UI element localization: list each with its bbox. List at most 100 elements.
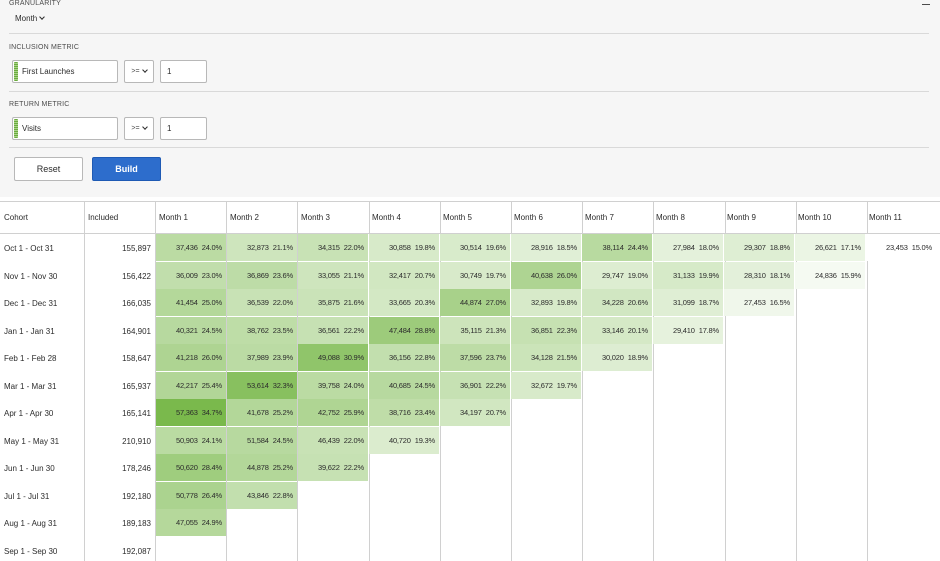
retention-percent: 26.0% bbox=[556, 270, 577, 280]
retention-cell[interactable]: 23,453 15.0% bbox=[866, 234, 936, 261]
retention-cell[interactable]: 28,310 18.1% bbox=[724, 261, 794, 289]
retention-cell[interactable]: 57,363 34.7% bbox=[156, 399, 226, 426]
retention-cell[interactable]: 42,752 25.9% bbox=[298, 399, 368, 426]
retention-cell[interactable]: 36,851 22.3% bbox=[511, 316, 581, 344]
month-column-header[interactable]: Month 2 bbox=[226, 202, 259, 233]
collapse-icon[interactable] bbox=[922, 4, 930, 5]
retention-cell[interactable]: 44,874 27.0% bbox=[440, 289, 510, 316]
retention-cell[interactable]: 41,218 26.0% bbox=[156, 344, 226, 371]
inclusion-value-input[interactable] bbox=[160, 60, 207, 83]
month-column-header[interactable]: Month 11 bbox=[865, 202, 902, 233]
retention-count: 28,916 bbox=[530, 243, 553, 252]
retention-cell[interactable]: 40,720 19.3% bbox=[369, 426, 439, 454]
retention-percent: 24.5% bbox=[414, 380, 435, 390]
retention-cell[interactable]: 24,836 15.9% bbox=[795, 261, 865, 289]
retention-cell[interactable]: 41,454 25.0% bbox=[156, 289, 226, 316]
retention-cell[interactable]: 34,197 20.7% bbox=[440, 399, 510, 426]
retention-cell[interactable]: 29,747 19.0% bbox=[582, 261, 652, 289]
drag-handle-icon[interactable] bbox=[14, 62, 18, 81]
retention-cell[interactable]: 50,903 24.1% bbox=[156, 426, 226, 454]
retention-cell[interactable]: 30,020 18.9% bbox=[582, 344, 652, 371]
retention-cell[interactable]: 40,685 24.5% bbox=[369, 371, 439, 399]
month-column-header[interactable]: Month 1 bbox=[155, 202, 188, 233]
retention-cell[interactable]: 40,321 24.5% bbox=[156, 316, 226, 344]
granularity-select[interactable]: Month bbox=[15, 14, 46, 23]
retention-cell[interactable]: 37,989 23.9% bbox=[227, 344, 297, 371]
drag-handle-icon[interactable] bbox=[14, 119, 18, 138]
retention-cell[interactable]: 34,228 20.6% bbox=[582, 289, 652, 316]
retention-cell[interactable]: 43,846 22.8% bbox=[227, 481, 297, 509]
retention-cell[interactable]: 38,762 23.5% bbox=[227, 316, 297, 344]
retention-cell[interactable]: 34,128 21.5% bbox=[511, 344, 581, 371]
inclusion-metric-field[interactable]: First Launches bbox=[12, 60, 118, 83]
retention-cell[interactable]: 33,665 20.3% bbox=[369, 289, 439, 316]
retention-cell[interactable]: 27,453 16.5% bbox=[724, 289, 794, 316]
retention-cell[interactable]: 33,055 21.1% bbox=[298, 261, 368, 289]
retention-cell[interactable]: 38,716 23.4% bbox=[369, 399, 439, 426]
month-column-header[interactable]: Month 4 bbox=[368, 202, 401, 233]
retention-cell[interactable]: 46,439 22.0% bbox=[298, 426, 368, 454]
build-button[interactable]: Build bbox=[92, 157, 161, 181]
retention-cell[interactable]: 44,878 25.2% bbox=[227, 454, 297, 481]
retention-cell[interactable]: 51,584 24.5% bbox=[227, 426, 297, 454]
retention-cell[interactable]: 27,984 18.0% bbox=[653, 234, 723, 261]
month-column-header[interactable]: Month 3 bbox=[297, 202, 330, 233]
retention-cell[interactable]: 37,596 23.7% bbox=[440, 344, 510, 371]
retention-cell[interactable]: 30,514 19.6% bbox=[440, 234, 510, 261]
retention-cell[interactable]: 40,638 26.0% bbox=[511, 261, 581, 289]
retention-count: 38,114 bbox=[602, 243, 624, 252]
retention-cell[interactable]: 32,672 19.7% bbox=[511, 371, 581, 399]
retention-cell[interactable]: 36,009 23.0% bbox=[156, 261, 226, 289]
reset-button[interactable]: Reset bbox=[14, 157, 83, 181]
retention-cell[interactable]: 53,614 32.3% bbox=[227, 371, 297, 399]
retention-count: 35,875 bbox=[317, 298, 340, 307]
retention-cell[interactable]: 42,217 25.4% bbox=[156, 371, 226, 399]
retention-cell[interactable]: 29,307 18.8% bbox=[724, 234, 794, 261]
return-value-input[interactable] bbox=[160, 117, 207, 140]
retention-cell[interactable]: 32,893 19.8% bbox=[511, 289, 581, 316]
retention-count: 27,453 bbox=[743, 298, 766, 307]
retention-cell[interactable]: 50,620 28.4% bbox=[156, 454, 226, 481]
retention-cell[interactable]: 28,916 18.5% bbox=[511, 234, 581, 261]
retention-count: 30,858 bbox=[388, 243, 411, 252]
month-column-header[interactable]: Month 10 bbox=[794, 202, 831, 233]
chevron-down-icon bbox=[141, 124, 148, 130]
month-column-header[interactable]: Month 9 bbox=[723, 202, 756, 233]
cohort-row-label: Jun 1 - Jun 30 bbox=[4, 464, 55, 473]
retention-cell[interactable]: 30,749 19.7% bbox=[440, 261, 510, 289]
retention-percent: 19.0% bbox=[627, 270, 648, 280]
retention-cell[interactable]: 37,436 24.0% bbox=[156, 234, 226, 261]
retention-cell[interactable]: 36,539 22.0% bbox=[227, 289, 297, 316]
month-column-header[interactable]: Month 5 bbox=[439, 202, 472, 233]
retention-cell[interactable]: 29,410 17.8% bbox=[653, 316, 723, 344]
month-column-header[interactable]: Month 7 bbox=[581, 202, 614, 233]
retention-cell[interactable]: 39,758 24.0% bbox=[298, 371, 368, 399]
month-column-header[interactable]: Month 6 bbox=[510, 202, 543, 233]
retention-cell[interactable]: 36,901 22.2% bbox=[440, 371, 510, 399]
retention-cell[interactable]: 50,778 26.4% bbox=[156, 481, 226, 509]
retention-cell[interactable]: 34,315 22.0% bbox=[298, 234, 368, 261]
retention-cell[interactable]: 35,115 21.3% bbox=[440, 316, 510, 344]
retention-cell[interactable]: 38,114 24.4% bbox=[582, 234, 652, 261]
retention-cell[interactable]: 47,484 28.8% bbox=[369, 316, 439, 344]
retention-cell[interactable]: 32,873 21.1% bbox=[227, 234, 297, 261]
retention-cell[interactable]: 36,156 22.8% bbox=[369, 344, 439, 371]
retention-cell[interactable]: 41,678 25.2% bbox=[227, 399, 297, 426]
retention-cell[interactable]: 30,858 19.8% bbox=[369, 234, 439, 261]
retention-cell[interactable]: 31,099 18.7% bbox=[653, 289, 723, 316]
retention-cell[interactable]: 36,561 22.2% bbox=[298, 316, 368, 344]
month-column-header[interactable]: Month 8 bbox=[652, 202, 685, 233]
retention-cell[interactable]: 32,417 20.7% bbox=[369, 261, 439, 289]
retention-cell[interactable]: 33,146 20.1% bbox=[582, 316, 652, 344]
retention-cell[interactable]: 26,621 17.1% bbox=[795, 234, 865, 261]
retention-cell[interactable]: 31,133 19.9% bbox=[653, 261, 723, 289]
retention-cell[interactable]: 47,055 24.9% bbox=[156, 509, 226, 536]
retention-cell[interactable]: 39,622 22.2% bbox=[298, 454, 368, 481]
retention-cell[interactable]: 36,869 23.6% bbox=[227, 261, 297, 289]
retention-cell[interactable]: 49,088 30.9% bbox=[298, 344, 368, 371]
retention-cell[interactable]: 35,875 21.6% bbox=[298, 289, 368, 316]
inclusion-operator-select[interactable]: >= bbox=[124, 60, 154, 83]
return-metric-field[interactable]: Visits bbox=[12, 117, 118, 140]
return-operator-select[interactable]: >= bbox=[124, 117, 154, 140]
return-metric-name: Visits bbox=[22, 124, 41, 133]
